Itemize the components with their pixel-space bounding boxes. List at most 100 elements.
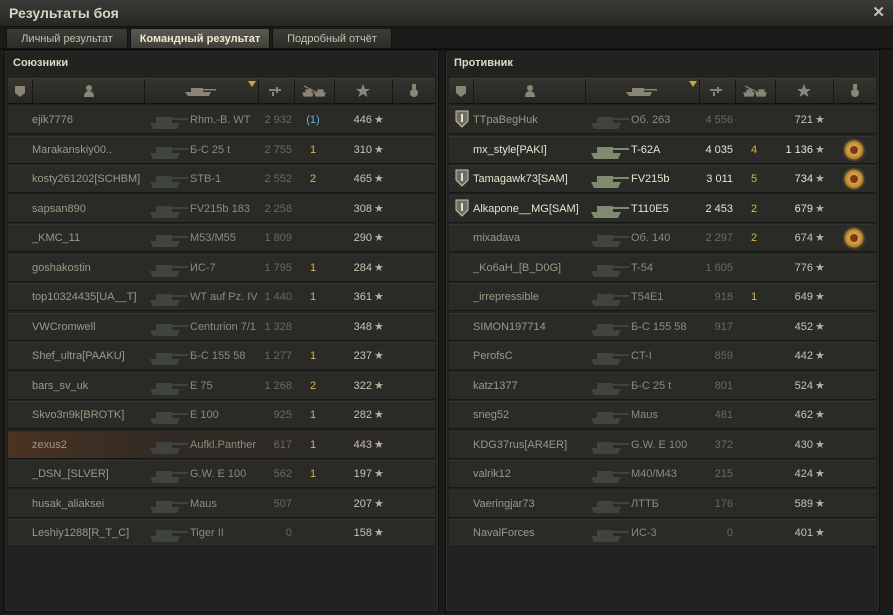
table-row[interactable]: TTpaBegHuk Об. 263 4 556 721 ★ [449, 106, 876, 134]
table-row[interactable]: ejik7776 Rhm.-B. WT 2 932 (1) 446 ★ [8, 106, 435, 134]
xp-star-icon: ★ [815, 291, 825, 303]
table-row[interactable]: katz1377 Б-С 25 t 801 524 ★ [449, 371, 876, 400]
xp-value: 442 [794, 350, 813, 362]
xp-value: 776 [794, 261, 813, 274]
table-row[interactable]: valrik12 M40/M43 215 424 ★ [449, 460, 876, 488]
xp-value: 282 [353, 409, 372, 421]
table-row[interactable]: zexus2 Aufkl.Panther 617 1 443 ★ [8, 430, 435, 459]
kills-column-header[interactable] [294, 79, 335, 103]
tank-name: Maus [190, 497, 217, 510]
damage-column-header[interactable] [699, 79, 736, 103]
xp-star-icon: ★ [374, 409, 384, 421]
xp-value: 462 [794, 409, 813, 421]
tank-name: Б-С 25 t [190, 143, 231, 156]
achievement-medal-icon[interactable] [845, 140, 863, 159]
tank-image-icon [150, 441, 188, 454]
xp-star-icon: ★ [374, 291, 384, 303]
tab-team-result[interactable]: Командный результат [130, 28, 270, 49]
player-name: sneg52 [473, 409, 510, 421]
player-name: _Ko6aH_[B_D0G] [473, 261, 562, 274]
xp-value: 197 [353, 468, 372, 480]
medal-column-header[interactable] [392, 79, 435, 103]
damage-value: 917 [714, 320, 733, 333]
xp-value: 721 [794, 114, 813, 126]
table-row[interactable]: Alkapone__MG[SAM] T110E5 2 453 2 679 ★ [449, 194, 876, 223]
table-row[interactable]: Vaeringjar73 ЛТТБ 176 589 ★ [449, 489, 876, 518]
xp-star-icon: ★ [815, 409, 825, 421]
player-name: mixadava [473, 232, 521, 244]
table-row[interactable]: mixadava Об. 140 2 297 2 674 ★ [449, 224, 876, 252]
tank-image-icon [591, 235, 629, 247]
table-row[interactable]: Marakanskiy00.. Б-С 25 t 2 755 1 310 ★ [8, 135, 435, 164]
table-row[interactable]: Tamagawk73[SAM] FV215b 3 011 5 734 ★ [449, 165, 876, 193]
tank-image-icon [591, 323, 629, 336]
xp-star-icon: ★ [815, 143, 825, 156]
player-name: top10324435[UA__T] [32, 291, 137, 303]
table-row[interactable]: Leshiy1288[R_T_C] Tiger II 0 158 ★ [8, 519, 435, 547]
achievement-medal-icon[interactable] [845, 229, 863, 247]
damage-value: 4 556 [705, 114, 733, 126]
table-row[interactable]: _DSN_[SLVER] G.W. E 100 562 1 197 ★ [8, 460, 435, 488]
player-name: KDG37rus[AR4ER] [473, 438, 568, 451]
kills-value [298, 520, 328, 546]
squad-column-header[interactable] [449, 79, 474, 103]
xp-column-header[interactable] [334, 79, 393, 103]
tank-name: Aufkl.Panther [190, 438, 257, 451]
player-name: goshakostin [32, 261, 91, 274]
xp-star-icon: ★ [815, 261, 825, 274]
tank-name: ИС-7 [190, 261, 216, 274]
xp-value: 284 [353, 261, 372, 274]
table-row[interactable]: bars_sv_uk E 75 1 268 2 322 ★ [8, 371, 435, 400]
table-row[interactable]: NavalForces ИС-3 0 401 ★ [449, 519, 876, 547]
tab-detailed-report[interactable]: Подробный отчёт [272, 28, 392, 49]
table-row[interactable]: Skvo3n9k[BROTK] E 100 925 1 282 ★ [8, 401, 435, 429]
medal-column-header[interactable] [833, 79, 876, 103]
player-name: VWCromwell [32, 320, 96, 333]
xp-value: 443 [353, 438, 372, 451]
medal-icon [410, 84, 418, 97]
xp-value: 674 [794, 232, 813, 244]
xp-column-header[interactable] [775, 79, 834, 103]
table-row[interactable]: mx_style[PAKI] T-62A 4 035 4 1 136 ★ [449, 135, 876, 164]
player-name: katz1377 [473, 379, 518, 392]
sort-arrow-icon [248, 81, 256, 87]
table-row[interactable]: KDG37rus[AR4ER] G.W. E 100 372 430 ★ [449, 430, 876, 459]
table-row[interactable]: sneg52 Maus 481 462 ★ [449, 401, 876, 429]
table-row[interactable]: _irrepressible T54E1 918 1 649 ★ [449, 283, 876, 311]
xp-star-icon: ★ [374, 468, 384, 480]
table-row[interactable]: kosty261202[SCHBM] STB-1 2 552 2 465 ★ [8, 165, 435, 193]
tank-image-icon [150, 530, 188, 542]
tank-column-header[interactable] [144, 79, 259, 103]
tank-image-icon [150, 382, 188, 395]
close-icon[interactable]: ✕ [872, 3, 885, 21]
squad-column-header[interactable] [8, 79, 33, 103]
table-row[interactable]: sapsan890 FV215b 183 2 258 308 ★ [8, 194, 435, 223]
allies-table-header [8, 78, 435, 104]
achievement-medal-icon[interactable] [845, 170, 863, 188]
damage-value: 562 [273, 468, 292, 480]
damage-value: 1 795 [264, 261, 292, 274]
damage-column-header[interactable] [258, 79, 295, 103]
damage-value: 2 297 [705, 232, 733, 244]
table-row[interactable]: husak_aliaksei Maus 507 207 ★ [8, 489, 435, 518]
table-row[interactable]: goshakostin ИС-7 1 795 1 284 ★ [8, 253, 435, 282]
tab-personal-result[interactable]: Личный результат [6, 28, 128, 49]
kills-column-header[interactable] [735, 79, 776, 103]
table-row[interactable]: _Ko6aH_[B_D0G] T-54 1 605 776 ★ [449, 253, 876, 282]
xp-value: 361 [353, 291, 372, 303]
xp-star-icon: ★ [815, 202, 825, 215]
tank-column-header[interactable] [585, 79, 700, 103]
table-row[interactable]: VWCromwell Centurion 7/1 1 328 348 ★ [8, 312, 435, 341]
player-column-header[interactable] [32, 79, 145, 103]
table-row[interactable]: SIMON197714 Б-С 155 58 917 452 ★ [449, 312, 876, 341]
table-row[interactable]: top10324435[UA__T] WT auf Pz. IV 1 440 1 361… [8, 283, 435, 311]
xp-value: 465 [353, 173, 372, 185]
table-row[interactable]: _KMC_11 M53/M55 1 809 290 ★ [8, 224, 435, 252]
player-column-header[interactable] [473, 79, 586, 103]
table-row[interactable]: PerofsC CT-I 859 442 ★ [449, 342, 876, 370]
xp-star-icon: ★ [815, 173, 825, 185]
kills-value [298, 491, 328, 517]
xp-star-icon: ★ [374, 350, 384, 362]
table-row[interactable]: Shef_ultra[PAAKU] Б-С 155 58 1 277 1 237 ★ [8, 342, 435, 370]
platoon-icon [455, 110, 469, 128]
